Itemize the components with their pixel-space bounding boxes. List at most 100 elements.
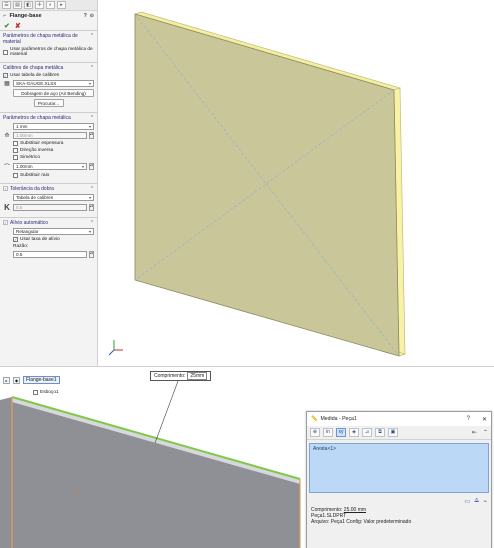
show-xyz-icon[interactable]: xy — [336, 428, 346, 437]
history-icon[interactable]: ⧉ — [375, 428, 385, 437]
ratio-label: Razão: — [13, 244, 29, 249]
group-header-params[interactable]: Parâmetros de chapa metálica ⌃ — [3, 115, 94, 121]
group-header-bend-allowance[interactable]: ✓ Tolerância da dobra ⌃ — [3, 186, 94, 192]
use-relief-ratio-label: Usar taxa de alívio — [20, 237, 60, 242]
axis-triad-icon — [108, 340, 123, 356]
ratio-input[interactable]: 0.5 — [13, 251, 87, 258]
chevron-down-icon: ▾ — [88, 81, 91, 86]
browse-button[interactable]: Procurar... — [33, 99, 64, 107]
auto-relief-checkbox[interactable]: ✓ — [3, 220, 8, 225]
bend-radius-spinner[interactable]: ▴▾ — [89, 163, 94, 170]
sensor-icon[interactable]: ⌁ — [483, 498, 487, 505]
feature-tree-flyout: ▸ ◆ Flange-base1 — [3, 376, 60, 384]
feature-manager-tab-icon[interactable]: ☰ — [2, 1, 11, 9]
k-factor-spinner[interactable]: ▴▾ — [89, 204, 94, 211]
chevron-up-icon[interactable]: ⌃ — [90, 115, 94, 121]
create-sensor-icon[interactable]: ▣ — [388, 428, 398, 437]
bend-allowance-checkbox[interactable]: ✓ — [3, 186, 8, 191]
part-icon: ◆ — [13, 376, 20, 384]
lower-view: ▸ ◆ Flange-base1 Esboço1 Comprimento: 25… — [0, 366, 494, 548]
tree-item-sketch[interactable]: Esboço1 — [33, 390, 59, 395]
close-button[interactable]: ✕ — [482, 416, 487, 423]
file-config: Arquivo: Peça1 Config: Valor predetermin… — [311, 519, 412, 525]
bend-allowance-type-value: Tabela de calibres — [16, 195, 54, 200]
zoomed-plate-face[interactable] — [0, 397, 300, 548]
measure-toolbar: ⊕ in xy ◈ ⊿ ⧉ ▣ ⇤ ⌃ — [307, 426, 491, 440]
bend-radius-select[interactable]: 1.00mm ▾ — [13, 163, 87, 170]
chevron-up-icon[interactable]: ⌃ — [90, 186, 94, 192]
selection-item[interactable]: Aresta<1> — [313, 446, 336, 452]
length-value: 25.00 mm — [343, 507, 367, 513]
thickness-spinner[interactable]: ▴▾ — [89, 132, 94, 139]
base-flange-icon: ⌐ — [3, 13, 7, 19]
callout-label: Comprimento: — [154, 373, 186, 379]
arc-circle-measure-icon[interactable]: ⊕ — [310, 428, 320, 437]
property-manager-tab-icon[interactable]: ▤ — [13, 1, 22, 9]
bend-radius-icon: ⌒ — [3, 165, 10, 171]
manager-tabs: ☰ ▤ ◧ ✛ ◐ ▸ — [0, 0, 97, 11]
chevron-down-icon: ▾ — [88, 195, 91, 200]
relief-type-select[interactable]: Retangular ▾ — [13, 228, 94, 235]
bend-allowance-type-select[interactable]: Tabela de calibres ▾ — [13, 194, 94, 201]
thickness-select-value: 1 mm — [16, 124, 28, 129]
use-gauge-table-checkbox[interactable]: ✓ — [3, 73, 8, 78]
override-radius-checkbox[interactable] — [13, 173, 18, 178]
measure-icon: 📏 — [311, 416, 318, 422]
group-sheet-metal-params: Parâmetros de chapa metálica ⌃ 1 mm ▾ ⟰ 1… — [0, 112, 97, 183]
reverse-direction-checkbox[interactable] — [13, 148, 18, 153]
k-factor-value: 0.5 — [16, 205, 23, 210]
tree-item-base-flange[interactable]: Flange-base1 — [23, 376, 60, 384]
ok-cancel-row: ✔ ✘ — [0, 21, 97, 30]
group-header-auto-relief[interactable]: ✓ Alívio automático ⌃ — [3, 220, 94, 226]
override-thickness-checkbox[interactable] — [13, 141, 18, 146]
group-title: Calibres de chapa metálica — [3, 65, 64, 71]
expand-arrow-icon[interactable]: ▸ — [3, 376, 10, 384]
chevron-down-icon: ▾ — [88, 124, 91, 129]
use-relief-ratio-checkbox[interactable]: ✓ — [13, 237, 18, 242]
configuration-manager-tab-icon[interactable]: ◧ — [24, 1, 33, 9]
property-manager-panel: ☰ ▤ ◧ ✛ ◐ ▸ ⌐ Flange-base ? ⊙ ✔ ✘ Parâme… — [0, 0, 98, 366]
back-arrow-icon[interactable]: ⇤ — [472, 429, 477, 436]
bend-radius-value: 1.00mm — [16, 164, 33, 169]
display-manager-tab-icon[interactable]: ◐ — [46, 1, 55, 9]
help-icon[interactable]: ? — [84, 13, 87, 19]
bend-table-button[interactable]: Dobragem de aço (Air Bending) — [13, 89, 94, 97]
graphics-viewport[interactable] — [99, 0, 494, 366]
collapse-icon[interactable]: ⌃ — [483, 429, 488, 436]
copy-icon[interactable]: ▭ — [464, 498, 470, 505]
chevron-up-icon[interactable]: ⌃ — [90, 220, 94, 226]
measure-dialog: 📏 Medida - Peça1 ? ✕ ⊕ in xy ◈ ⊿ ⧉ ▣ ⇤ ⌃… — [306, 411, 492, 548]
group-title: Tolerância da dobra — [10, 186, 54, 192]
pin-icon[interactable]: ⊙ — [90, 13, 94, 19]
sketch-icon — [33, 390, 38, 395]
symmetric-checkbox[interactable] — [13, 155, 18, 160]
cancel-button[interactable]: ✘ — [15, 22, 21, 30]
group-header-gauges[interactable]: Calibres de chapa metálica ⌃ — [3, 65, 94, 71]
help-button[interactable]: ? — [467, 416, 470, 423]
projected-on-icon[interactable]: ⊿ — [362, 428, 372, 437]
thickness-select[interactable]: 1 mm ▾ — [13, 123, 94, 130]
reverse-direction-label: Direção inversa — [20, 148, 54, 153]
use-material-checkbox[interactable] — [3, 49, 8, 55]
measure-results: Comprimento: 25.00 mm Peça1.SLDPRT Arqui… — [307, 507, 491, 525]
chevron-up-icon[interactable]: ⌃ — [90, 65, 94, 71]
ratio-spinner[interactable]: ▴▾ — [89, 251, 94, 258]
group-header-material[interactable]: Parâmetros de chapa metálica de material… — [3, 33, 94, 45]
thickness-input[interactable]: 1.00mm — [13, 132, 87, 139]
chevron-up-icon[interactable]: ⌃ — [90, 33, 94, 39]
units-precision-icon[interactable]: in — [323, 428, 333, 437]
ok-button[interactable]: ✔ — [4, 22, 10, 30]
k-factor-icon: K — [4, 203, 10, 212]
point-to-point-icon[interactable]: ◈ — [349, 428, 359, 437]
selection-box[interactable]: Aresta<1> — [309, 443, 489, 493]
chevron-down-icon: ▾ — [81, 164, 84, 169]
group-title: Alívio automático — [10, 220, 49, 226]
symmetric-icon[interactable]: ⟁ — [474, 498, 479, 505]
dimxpert-tab-icon[interactable]: ✛ — [35, 1, 44, 9]
use-gauge-table-label: Usar tabela de calibres — [10, 73, 60, 78]
gauge-file-select[interactable]: SKA-GAUGE.XLSX ▾ — [13, 80, 94, 87]
k-factor-input[interactable]: 0.5 — [13, 204, 87, 211]
more-tabs-icon[interactable]: ▸ — [57, 1, 66, 9]
feature-title: Flange-base — [9, 13, 42, 19]
group-auto-relief: ✓ Alívio automático ⌃ Retangular ▾ ✓ Usar… — [0, 217, 97, 263]
